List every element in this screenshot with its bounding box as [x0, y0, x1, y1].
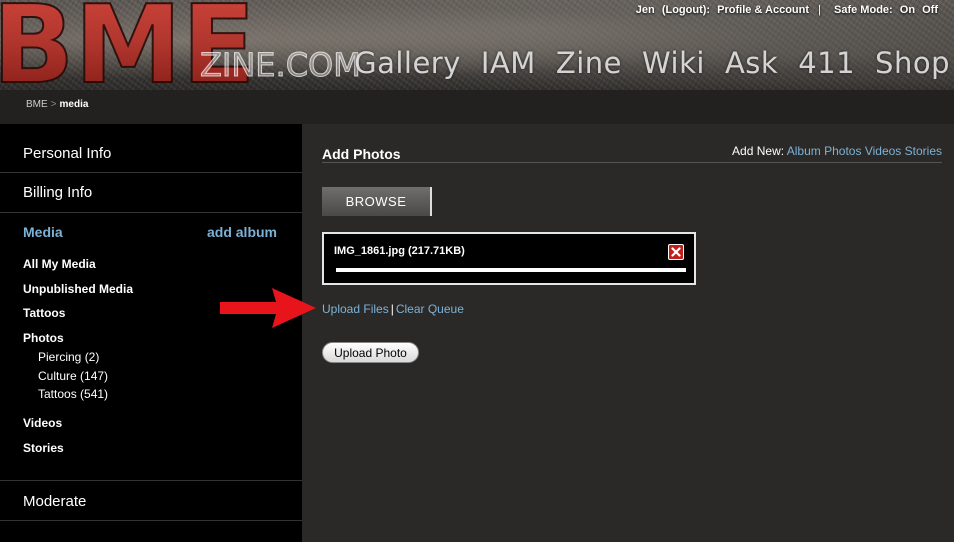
sidebar-item-moderate[interactable]: Moderate	[0, 480, 302, 521]
upload-progress-bar	[336, 268, 686, 272]
account-links: Jen (Logout): Profile & Account | Safe M…	[632, 4, 938, 16]
nav-gallery[interactable]: Gallery	[354, 46, 461, 80]
profile-account-link[interactable]: Profile & Account	[717, 4, 809, 16]
logout-link[interactable]: (Logout):	[662, 4, 710, 16]
breadcrumb-home[interactable]: BME	[26, 99, 48, 110]
breadcrumb: BME > media	[26, 99, 88, 110]
add-new-stories-link[interactable]: Stories	[905, 144, 942, 158]
upload-queue: IMG_1861.jpg (217.71KB)	[322, 232, 696, 285]
sidebar-media-heading[interactable]: Media	[23, 224, 63, 240]
browse-button[interactable]: BROWSE	[322, 187, 432, 216]
sidebar-item-all-my-media[interactable]: All My Media	[23, 257, 96, 271]
safe-mode-off[interactable]: Off	[922, 4, 938, 16]
sidebar-item-personal-info[interactable]: Personal Info	[0, 124, 302, 173]
separator: |	[818, 4, 821, 16]
clear-queue-link[interactable]: Clear Queue	[396, 302, 464, 316]
breadcrumb-current: media	[59, 99, 89, 110]
safe-mode-label: Safe Mode:	[834, 4, 893, 16]
queue-file-name: IMG_1861.jpg (217.71KB)	[334, 245, 465, 257]
breadcrumb-bar: BME > media	[0, 90, 954, 124]
sidebar-billing-info-label: Billing Info	[23, 184, 93, 201]
sidebar-item-stories[interactable]: Stories	[23, 441, 64, 455]
sidebar: Personal Info Billing Info Media add alb…	[0, 124, 302, 542]
sidebar-item-photos[interactable]: Photos	[23, 331, 64, 345]
page-title: Add Photos	[322, 146, 401, 162]
nav-wiki[interactable]: Wiki	[642, 46, 705, 80]
upload-files-link[interactable]: Upload Files	[322, 302, 389, 316]
add-new-links: Add New: Album Photos Videos Stories	[732, 144, 942, 158]
sidebar-item-videos[interactable]: Videos	[23, 416, 62, 430]
nav-iam[interactable]: IAM	[481, 46, 536, 80]
header-banner: BME ZINE.COM Jen (Logout): Profile & Acc…	[0, 0, 954, 90]
upload-photo-button[interactable]: Upload Photo	[322, 342, 419, 363]
sidebar-album-culture[interactable]: Culture (147)	[38, 369, 108, 383]
nav-zine[interactable]: Zine	[556, 46, 622, 80]
add-new-album-link[interactable]: Album	[787, 144, 821, 158]
sidebar-album-tattoos[interactable]: Tattoos (541)	[38, 387, 108, 401]
add-new-label: Add New:	[732, 144, 785, 158]
upload-actions-separator: |	[390, 302, 394, 316]
upload-actions: Upload Files | Clear Queue	[322, 302, 464, 316]
sidebar-moderate-label: Moderate	[23, 493, 87, 510]
safe-mode-on[interactable]: On	[900, 4, 915, 16]
title-divider	[322, 162, 942, 163]
red-arrow-icon	[220, 288, 316, 328]
nav-ask[interactable]: Ask	[725, 46, 778, 80]
sidebar-item-tattoos[interactable]: Tattoos	[23, 306, 65, 320]
sidebar-album-piercing[interactable]: Piercing (2)	[38, 350, 99, 364]
nav-shop[interactable]: Shop	[875, 46, 950, 80]
upload-progress-fill	[336, 268, 686, 272]
close-icon[interactable]	[668, 244, 684, 260]
breadcrumb-separator: >	[50, 99, 57, 110]
sidebar-item-billing-info[interactable]: Billing Info	[0, 173, 302, 213]
add-new-photos-link[interactable]: Photos	[824, 144, 861, 158]
add-new-videos-link[interactable]: Videos	[865, 144, 901, 158]
main-nav: Gallery IAM Zine Wiki Ask 411 Shop	[334, 46, 950, 80]
main-panel: Add Photos Add New: Album Photos Videos …	[302, 124, 954, 542]
user-name: Jen	[635, 4, 655, 16]
sidebar-personal-info-label: Personal Info	[23, 145, 112, 162]
add-album-link[interactable]: add album	[207, 224, 277, 240]
sidebar-item-unpublished-media[interactable]: Unpublished Media	[23, 282, 133, 296]
nav-411[interactable]: 411	[798, 46, 855, 80]
